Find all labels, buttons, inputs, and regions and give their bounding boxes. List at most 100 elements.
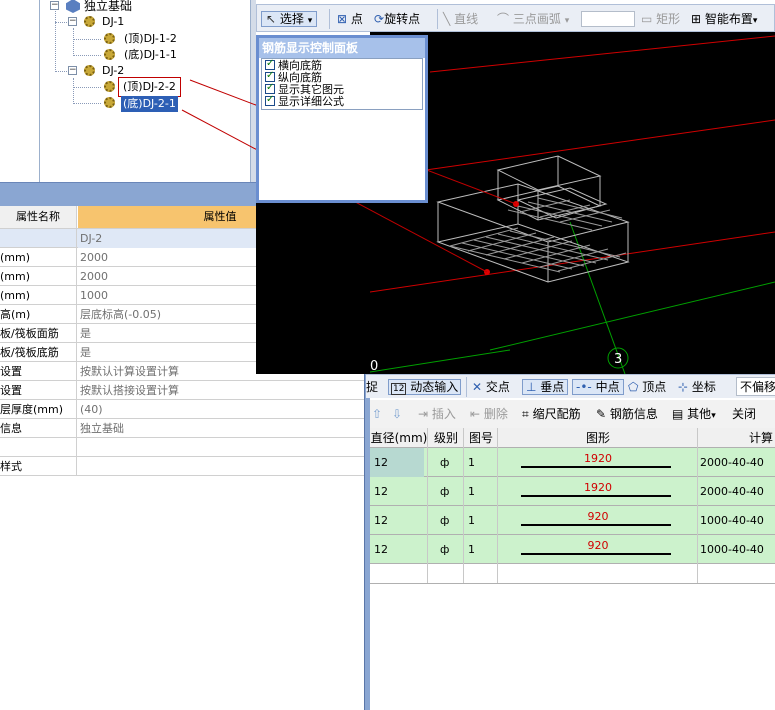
draw-toolbar: ↖ 选择 ▾ ⊠ 点 ⟳旋转点 ╲ 直线 ⌒ 三点画弧 ▾ ▭ 矩形 ⊞ 智能布… — [256, 4, 775, 32]
3d-scene: 3 0 — [370, 35, 775, 374]
rebar-calc-cell[interactable]: 1000-40-40 — [700, 535, 775, 564]
property-value[interactable]: 独立基础 — [78, 419, 362, 438]
collapse-toggle-icon[interactable]: − — [68, 66, 77, 75]
delete-button[interactable]: ⇤ 删除 — [470, 405, 508, 423]
insert-button[interactable]: ⇥ 插入 — [418, 405, 456, 423]
rebar-grid[interactable]: 直径(mm) 级别 图号 图形 计算 12 ф 1 1920 2000-40-40 12 ф… — [370, 428, 775, 710]
offset-mode-select[interactable]: 不偏移 — [736, 377, 775, 396]
axis-line-red — [429, 35, 775, 73]
checkbox-show-formula[interactable]: 显示详细公式 — [265, 94, 344, 108]
toolbar-separator — [437, 9, 438, 29]
tree-connector — [73, 55, 101, 56]
point-button[interactable]: ⊠ 点 — [337, 9, 363, 29]
property-name: 层厚度(mm) — [0, 400, 77, 419]
smart-layout-button[interactable]: ⊞ 智能布置▾ — [691, 9, 757, 29]
property-value[interactable] — [78, 457, 362, 476]
component-tree[interactable]: − 独立基础 − DJ-1 (顶)DJ-1-2 (底)DJ-1-1 − DJ-2… — [0, 0, 252, 182]
move-down-icon[interactable]: ⇩ — [392, 405, 402, 423]
perpendicular-icon: ⊥ — [526, 380, 537, 394]
vertex-icon: ⬠ — [628, 380, 639, 394]
midpoint-button[interactable]: -•- 中点 — [572, 378, 624, 396]
checkbox-checked-icon — [265, 82, 275, 94]
line-icon: ╲ — [443, 12, 451, 26]
vertex-button[interactable]: ⬠ 顶点 — [628, 378, 666, 396]
intersection-icon: ✕ — [472, 380, 483, 394]
axis-label-0: 0 — [370, 359, 378, 374]
checkbox-checked-icon — [265, 94, 275, 106]
property-panel-blank — [0, 476, 366, 710]
intersection-button[interactable]: ✕ 交点 — [472, 378, 510, 396]
tree-item-dj-1-1[interactable]: (底)DJ-1-1 — [124, 47, 177, 63]
property-value[interactable]: (40) — [78, 400, 362, 419]
axis-line-red — [370, 231, 775, 293]
rotate-point-button[interactable]: ⟳旋转点 — [374, 9, 420, 29]
rebar-display-control-panel: 钢筋显示控制面板 横向底筋 纵向底筋 显示其它图元 显示详细公式 — [256, 35, 428, 203]
grid-col-line — [498, 428, 698, 584]
rotate-icon: ⟳ — [374, 12, 385, 26]
property-row[interactable]: 层厚度(mm) (40) — [0, 400, 364, 419]
perpendicular-button[interactable]: ⊥ 垂点 — [522, 378, 569, 396]
tree-connector — [55, 22, 67, 23]
dynamic-input-button[interactable]: 12 动态输入 — [388, 378, 462, 396]
property-name — [0, 229, 77, 248]
control-panel-title[interactable]: 钢筋显示控制面板 — [259, 38, 425, 58]
toolbar-separator — [466, 377, 467, 397]
dynamic-input-icon: 12 — [391, 383, 407, 395]
foundation-icon — [66, 0, 80, 13]
line-button[interactable]: ╲ 直线 — [443, 9, 478, 29]
other-menu-button[interactable]: ▤ 其他▾ — [672, 405, 716, 423]
axis-label-3: 3 — [614, 352, 622, 367]
rebar-marker-bottom — [484, 269, 490, 275]
rebar-info-icon: ✎ — [596, 407, 607, 421]
point-icon: ⊠ — [337, 12, 348, 26]
move-up-icon[interactable]: ⇧ — [372, 405, 382, 423]
capture-button[interactable]: 捉 — [366, 378, 378, 396]
rebar-calc-cell[interactable]: 2000-40-40 — [700, 448, 775, 477]
tree-item-dj-2-2[interactable]: (顶)DJ-2-2 — [118, 77, 181, 97]
property-name: 样式 — [0, 457, 77, 476]
tree-item-dj-2-1[interactable]: (底)DJ-2-1 — [121, 96, 178, 112]
collapse-toggle-icon[interactable]: − — [68, 17, 77, 26]
collapse-toggle-icon[interactable]: − — [50, 1, 59, 10]
rebar-calc-cell[interactable]: 1000-40-40 — [700, 506, 775, 535]
rebar-info-button[interactable]: ✎ 钢筋信息 — [596, 405, 658, 423]
property-name: (mm) — [0, 248, 77, 267]
property-row[interactable] — [0, 438, 364, 457]
3d-viewport[interactable]: 3 0 — [370, 32, 775, 374]
grid-header-calc[interactable]: 计算 — [698, 428, 775, 448]
property-row[interactable]: 样式 — [0, 457, 364, 476]
axis-line-green — [489, 281, 775, 351]
close-button[interactable]: 关闭 — [732, 405, 756, 423]
component-gear-icon — [104, 49, 115, 60]
property-row[interactable]: 设置 按默认搭接设置计算 — [0, 381, 364, 400]
arc-button[interactable]: ⌒ 三点画弧 ▾ — [497, 9, 569, 29]
insert-icon: ⇥ — [418, 407, 429, 421]
property-row[interactable]: 信息 独立基础 — [0, 419, 364, 438]
tree-root-label[interactable]: 独立基础 — [84, 0, 132, 14]
viewport-left-strip[interactable] — [256, 200, 370, 374]
rect-button[interactable]: ▭ 矩形 — [641, 9, 680, 29]
rebar-marker-top — [513, 201, 519, 207]
snap-toolbar: 捉 12 动态输入 ✕ 交点 ⊥ 垂点 -•- 中点 ⬠ 顶点 ⊹ 坐标 不偏移 — [366, 374, 775, 398]
tree-connector — [73, 78, 74, 104]
property-value[interactable] — [78, 438, 362, 457]
delete-icon: ⇤ — [470, 407, 481, 421]
scale-icon: ⌗ — [522, 407, 529, 421]
component-gear-icon — [104, 97, 115, 108]
tree-item-dj-1[interactable]: DJ-1 — [102, 14, 124, 30]
coordinate-button[interactable]: ⊹ 坐标 — [678, 378, 716, 396]
component-gear-icon — [104, 33, 115, 44]
select-button[interactable]: ↖ 选择 ▾ — [261, 9, 318, 29]
scale-rebar-button[interactable]: ⌗ 缩尺配筋 — [522, 405, 581, 423]
checkbox-checked-icon — [265, 70, 275, 82]
component-gear-icon — [84, 16, 95, 27]
tree-item-dj-2[interactable]: DJ-2 — [102, 63, 124, 79]
property-value[interactable]: 按默认搭接设置计算 — [78, 381, 362, 400]
rebar-calc-cell[interactable]: 2000-40-40 — [700, 477, 775, 506]
axis-line-red — [370, 119, 775, 179]
draw-mode-combo[interactable] — [581, 11, 635, 27]
tree-connector — [73, 87, 101, 88]
property-name: 板/筏板底筋 — [0, 343, 77, 362]
arc-icon: ⌒ — [497, 12, 510, 26]
tree-item-dj-1-2[interactable]: (顶)DJ-1-2 — [124, 31, 177, 47]
